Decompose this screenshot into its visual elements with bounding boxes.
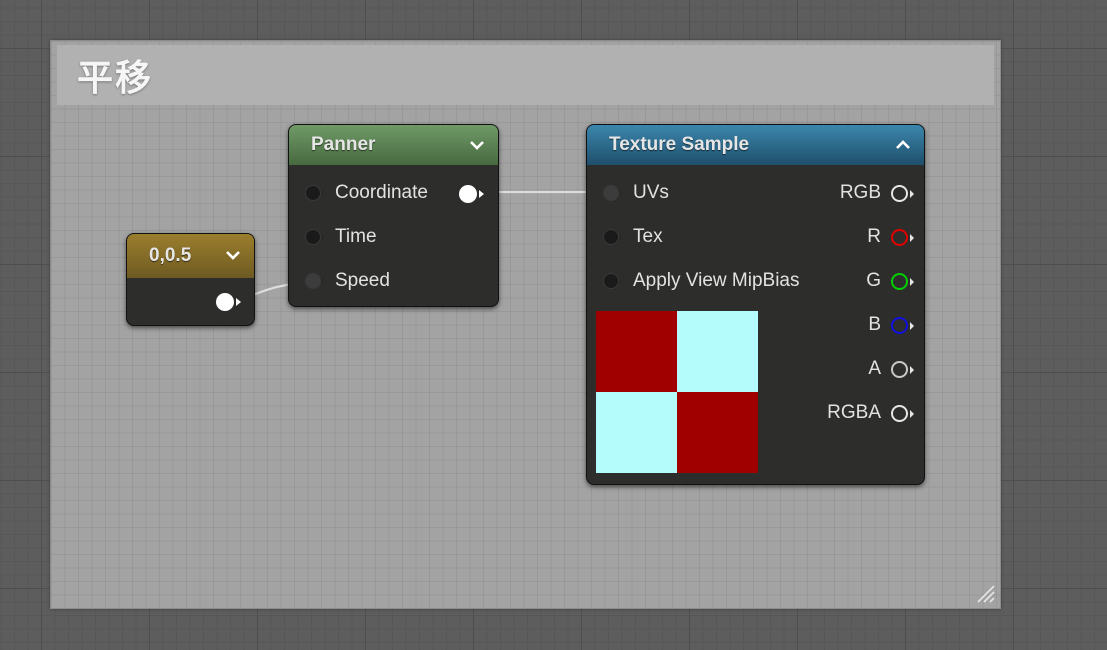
b-output-row[interactable]: B (868, 310, 914, 340)
time-input-pin[interactable] (305, 229, 325, 245)
panner-node-header[interactable]: Panner (289, 125, 498, 165)
panner-speed-pin-row[interactable]: Speed (305, 266, 390, 296)
texture-preview-tile (596, 392, 677, 473)
tex-pin-row[interactable]: Tex (603, 222, 663, 252)
texture-sample-node-title: Texture Sample (609, 134, 750, 155)
panner-node-title: Panner (311, 134, 376, 155)
b-output-pin[interactable] (891, 316, 914, 334)
apply-view-mipbias-label: Apply View MipBias (633, 270, 800, 291)
panner-output-pin[interactable] (459, 185, 484, 203)
g-output-row[interactable]: G (866, 266, 914, 296)
chevron-down-icon[interactable] (224, 246, 242, 264)
texture-sample-node[interactable]: Texture Sample UVs Tex Apply View MipBia… (586, 124, 925, 485)
speed-input-pin[interactable] (305, 273, 325, 289)
panner-node[interactable]: Panner Coordinate Time Speed (288, 124, 499, 307)
rgb-output-pin[interactable] (891, 184, 914, 202)
panner-time-pin-row[interactable]: Time (305, 222, 377, 252)
constant-node[interactable]: 0,0.5 (126, 233, 255, 326)
texture-preview (596, 311, 758, 473)
rgb-output-label: RGB (839, 182, 881, 203)
texture-sample-node-header[interactable]: Texture Sample (587, 125, 924, 165)
uvs-label: UVs (633, 182, 669, 203)
comment-header[interactable]: 平移 (57, 45, 994, 105)
r-output-row[interactable]: R (867, 222, 914, 252)
chevron-down-icon[interactable] (468, 136, 486, 154)
texture-preview-tile (596, 311, 677, 392)
chevron-up-icon[interactable] (894, 136, 912, 154)
r-output-pin[interactable] (891, 228, 914, 246)
uvs-input-pin[interactable] (603, 185, 623, 201)
a-output-label: A (868, 358, 881, 379)
texture-preview-tile (677, 311, 758, 392)
g-output-pin[interactable] (891, 272, 914, 290)
resize-grip-icon[interactable] (974, 582, 996, 604)
apply-view-mipbias-pin-row[interactable]: Apply View MipBias (603, 266, 800, 296)
rgb-output-row[interactable]: RGB (839, 178, 914, 208)
constant-output-pin[interactable] (216, 293, 241, 311)
speed-label: Speed (335, 270, 390, 291)
a-output-pin[interactable] (891, 360, 914, 378)
comment-title[interactable]: 平移 (77, 49, 153, 101)
a-output-row[interactable]: A (868, 354, 914, 384)
constant-node-header[interactable]: 0,0.5 (127, 234, 254, 278)
rgba-output-pin[interactable] (891, 404, 914, 422)
constant-node-title: 0,0.5 (149, 245, 192, 266)
tex-input-pin[interactable] (603, 229, 623, 245)
g-output-label: G (866, 270, 881, 291)
rgba-output-label: RGBA (827, 402, 881, 423)
coordinate-input-pin[interactable] (305, 185, 325, 201)
b-output-label: B (868, 314, 881, 335)
tex-label: Tex (633, 226, 663, 247)
uvs-pin-row[interactable]: UVs (603, 178, 669, 208)
coordinate-label: Coordinate (335, 182, 428, 203)
texture-preview-tile (677, 392, 758, 473)
time-label: Time (335, 226, 377, 247)
rgba-output-row[interactable]: RGBA (827, 398, 914, 428)
panner-coordinate-pin-row[interactable]: Coordinate (305, 178, 428, 208)
r-output-label: R (867, 226, 881, 247)
apply-view-mipbias-input-pin[interactable] (603, 273, 623, 289)
